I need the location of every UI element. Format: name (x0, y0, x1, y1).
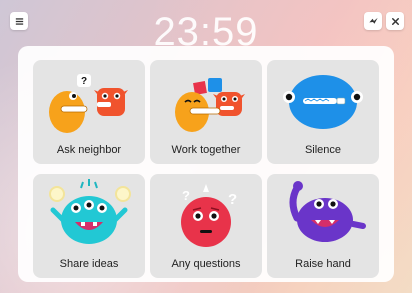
lightning-icon (368, 17, 378, 24)
close-button[interactable] (386, 12, 404, 30)
tile-ask-neighbor[interactable]: ? Ask neighbor (33, 60, 145, 164)
tile-label: Raise hand (295, 258, 351, 270)
tile-silence[interactable]: Silence (267, 60, 379, 164)
two-mascots-question-icon: ? (49, 74, 128, 133)
tile-any-questions[interactable]: ? ? Any questions (150, 174, 262, 278)
svg-text:?: ? (228, 191, 237, 208)
mode-button[interactable] (364, 12, 382, 30)
tile-raise-hand[interactable]: Raise hand (267, 174, 379, 278)
close-icon (391, 17, 399, 25)
tile-label: Any questions (171, 258, 241, 270)
tile-work-together[interactable]: Work together (150, 60, 262, 164)
teal-lightbulb-mascot-icon (49, 179, 131, 244)
two-mascots-collaborate-icon (175, 78, 245, 132)
svg-text:?: ? (182, 188, 190, 203)
red-question-mascot-icon: ? ? (181, 184, 237, 247)
app-window: 23:59 ? Ask neighbor Work together Silen… (0, 0, 412, 293)
signals-panel: ? Ask neighbor Work together Silence Sha… (18, 46, 394, 282)
blue-zipped-mouth-mascot-icon (283, 75, 363, 129)
svg-text:?: ? (81, 76, 87, 87)
tile-label: Ask neighbor (56, 144, 122, 156)
purple-raise-hand-mascot-icon (289, 181, 366, 242)
tile-label: Silence (304, 144, 342, 156)
tile-label: Share ideas (59, 258, 119, 270)
tile-label: Work together (171, 144, 241, 156)
tile-share-ideas[interactable]: Share ideas (33, 174, 145, 278)
